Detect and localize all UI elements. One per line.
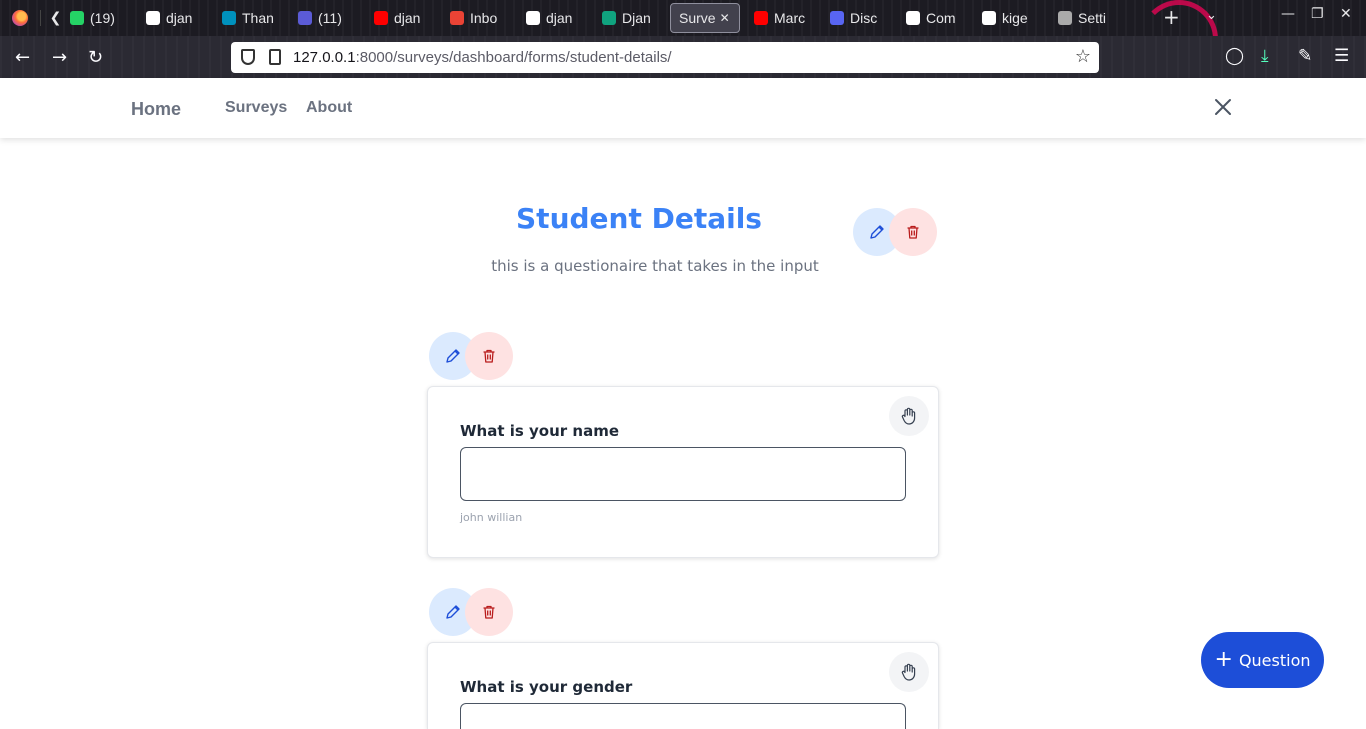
trash-icon — [483, 349, 495, 363]
browser-tab-label: Marc — [774, 10, 806, 26]
tab-scroll-left-icon[interactable]: ❮ — [40, 10, 62, 26]
url-host: 127.0.0.1 — [293, 49, 356, 66]
delete-form-button[interactable] — [889, 208, 937, 256]
page-icon — [146, 11, 160, 25]
page-icon — [526, 11, 540, 25]
question-card: What is your name john willian — [427, 386, 939, 558]
question-card: What is your gender — [427, 642, 939, 729]
youtube-icon — [754, 11, 768, 25]
browser-tab-label: Surve — [679, 10, 716, 26]
browser-tab[interactable]: Djan — [594, 3, 664, 33]
bookmark-star-icon[interactable]: ☆ — [1075, 46, 1091, 67]
form-title: Student Details — [516, 202, 762, 235]
plus-icon: + — [1214, 647, 1233, 672]
form-description: this is a questionaire that takes in the… — [491, 257, 819, 275]
hand-grab-icon — [901, 407, 916, 425]
url-bar[interactable]: 127.0.0.1:8000/surveys/dashboard/forms/s… — [231, 42, 1099, 73]
browser-tab-label: kige — [1002, 10, 1028, 26]
settings-mask-icon — [1058, 11, 1072, 25]
question-hint: john willian — [460, 511, 523, 524]
browser-tab-label: Than — [242, 10, 274, 26]
restore-icon[interactable]: ❐ — [1311, 6, 1324, 22]
tab-list-chevron-icon[interactable]: ⌄ — [1206, 8, 1217, 23]
delete-question-button[interactable] — [465, 332, 513, 380]
forward-icon[interactable]: → — [52, 47, 67, 68]
new-tab-icon[interactable]: + — [1163, 5, 1180, 29]
whatsapp-icon — [70, 11, 84, 25]
nav-surveys-link[interactable]: Surveys — [225, 99, 287, 117]
arm-icon — [222, 11, 236, 25]
browser-tab-label: (11) — [318, 10, 342, 26]
url-path: :8000/surveys/dashboard/forms/student-de… — [355, 49, 672, 66]
pencil-icon — [446, 605, 460, 619]
browser-tab[interactable]: (11) — [290, 3, 360, 33]
add-question-button[interactable]: + Question — [1201, 632, 1324, 688]
firefox-icon[interactable] — [12, 10, 28, 26]
browser-tab-label: Djan — [622, 10, 651, 26]
browser-tab[interactable]: Inbo — [442, 3, 512, 33]
window-close-icon[interactable]: ✕ — [1340, 6, 1352, 22]
browser-tab[interactable]: Than — [214, 3, 284, 33]
gender-answer-input[interactable] — [460, 703, 906, 729]
discord-icon — [830, 11, 844, 25]
browser-tab[interactable]: djan — [366, 3, 436, 33]
page-info-icon[interactable] — [269, 49, 281, 65]
tab-close-icon[interactable]: ✕ — [720, 11, 730, 25]
browser-tab[interactable]: djan — [138, 3, 208, 33]
reload-icon[interactable]: ↻ — [88, 47, 103, 68]
youtube-icon — [374, 11, 388, 25]
pencil-icon — [870, 225, 884, 239]
browser-tab[interactable]: Marc — [746, 3, 816, 33]
question-label: What is your gender — [460, 678, 633, 696]
github-icon — [906, 11, 920, 25]
browser-tab-label: Com — [926, 10, 956, 26]
browser-tab-label: Inbo — [470, 10, 498, 26]
delete-question-button[interactable] — [465, 588, 513, 636]
pencil-icon — [446, 349, 460, 363]
calendar-icon — [298, 11, 312, 25]
chatgpt-icon — [602, 11, 616, 25]
browser-tab[interactable]: Disc — [822, 3, 892, 33]
browser-tab-label: Disc — [850, 10, 878, 26]
browser-tab[interactable]: Setti — [1050, 3, 1120, 33]
browser-tab[interactable]: Com — [898, 3, 968, 33]
browser-tab-label: djan — [166, 10, 193, 26]
browser-tab[interactable]: (19) — [62, 3, 132, 33]
tracking-shield-icon[interactable] — [241, 49, 255, 65]
browser-tab-label: djan — [546, 10, 573, 26]
trash-icon — [907, 225, 919, 239]
nav-about-link[interactable]: About — [306, 99, 352, 117]
browser-tab-label: djan — [394, 10, 421, 26]
browser-tab-label: Setti — [1078, 10, 1107, 26]
browser-tab-label: (19) — [90, 10, 115, 26]
github-icon — [982, 11, 996, 25]
add-question-label: Question — [1238, 650, 1311, 670]
hand-grab-icon — [901, 663, 916, 681]
back-icon[interactable]: ← — [15, 47, 30, 68]
drag-handle-button[interactable] — [889, 396, 929, 436]
pocket-icon[interactable]: ◯ — [1225, 46, 1244, 66]
browser-tab[interactable]: kige — [974, 3, 1044, 33]
app-menu-icon[interactable]: ☰ — [1334, 46, 1349, 66]
browser-tab[interactable]: Surve ✕ — [670, 3, 740, 33]
downloads-icon[interactable]: ⤓ — [1261, 46, 1269, 66]
close-icon[interactable] — [1212, 96, 1234, 118]
url-text[interactable]: 127.0.0.1:8000/surveys/dashboard/forms/s… — [293, 49, 672, 66]
trash-icon — [483, 605, 495, 619]
question-label: What is your name — [460, 422, 620, 440]
extensions-icon[interactable]: ✎ — [1298, 46, 1312, 66]
browser-tab[interactable]: djan — [518, 3, 588, 33]
minimize-icon[interactable]: — — [1281, 6, 1295, 22]
gmail-icon — [450, 11, 464, 25]
drag-handle-button[interactable] — [889, 652, 929, 692]
site-header: Home Surveys About — [0, 78, 1366, 138]
nav-home-link[interactable]: Home — [131, 99, 181, 120]
name-answer-input[interactable] — [460, 447, 906, 501]
